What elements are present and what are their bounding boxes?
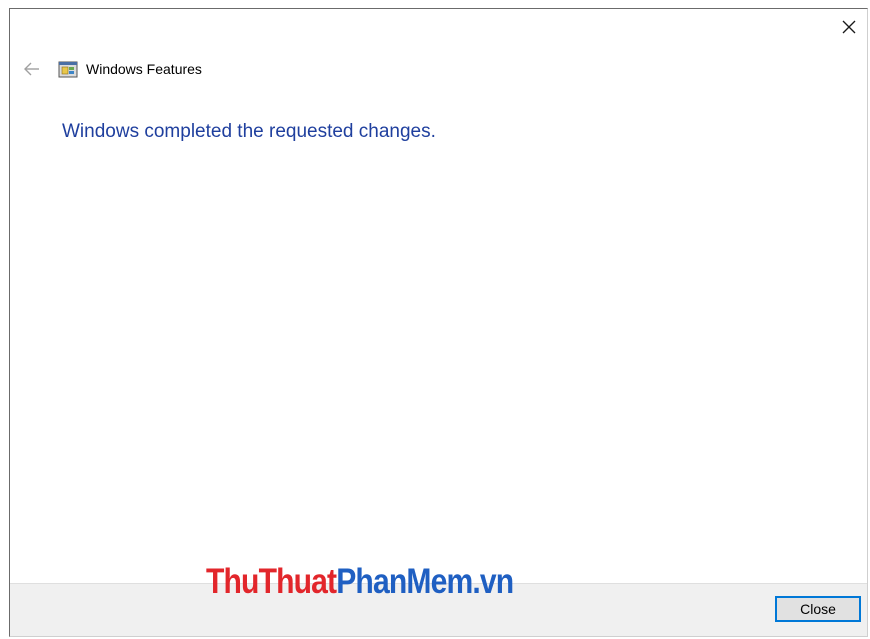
close-window-icon[interactable] [835, 13, 863, 41]
windows-features-dialog: Windows Features Windows completed the r… [9, 8, 868, 637]
windows-features-icon [58, 61, 78, 78]
completion-message: Windows completed the requested changes. [62, 121, 436, 142]
watermark-logo: ThuThuatPhanMem.vn [206, 562, 514, 602]
dialog-header: Windows Features [22, 58, 202, 80]
back-arrow-icon [24, 62, 39, 76]
watermark-part-3: .vn [472, 562, 514, 601]
close-x-icon [842, 20, 856, 34]
close-button[interactable]: Close [775, 596, 861, 622]
watermark-part-1: ThuThuat [206, 562, 337, 601]
back-button[interactable] [22, 59, 42, 79]
watermark-part-2: PhanMem [336, 562, 473, 601]
dialog-title: Windows Features [86, 61, 202, 77]
